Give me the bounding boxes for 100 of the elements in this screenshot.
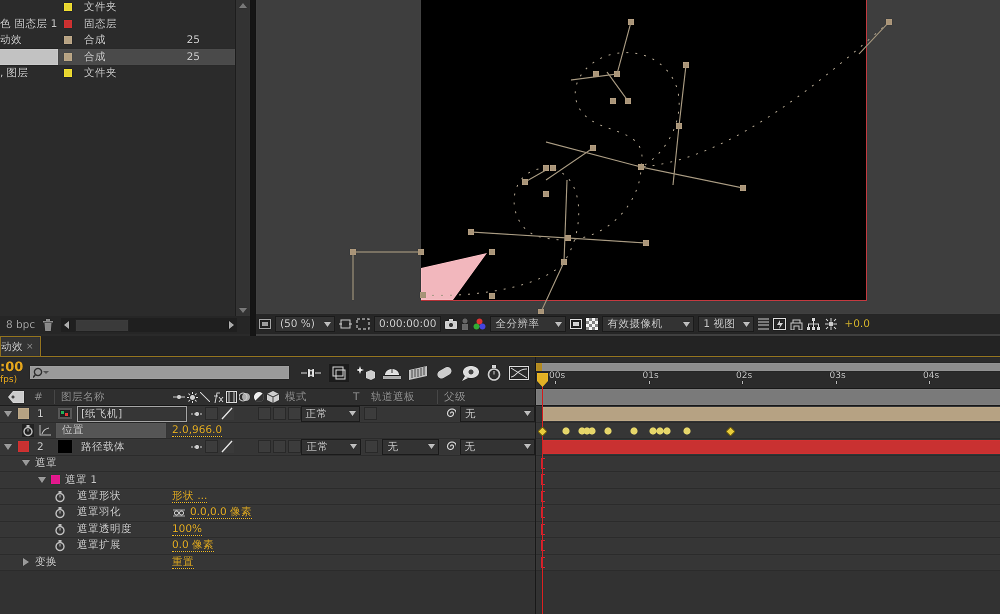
label-swatch[interactable]	[18, 408, 29, 420]
layer-name[interactable]: 路径载体	[77, 438, 188, 455]
pick-whip-icon[interactable]	[444, 441, 456, 452]
scroll-right-icon[interactable]	[229, 321, 234, 329]
frame-icon[interactable]	[329, 364, 349, 382]
project-item[interactable]: 合成 25	[0, 48, 235, 65]
film-strip-icon[interactable]	[409, 366, 427, 380]
scroll-down-icon[interactable]	[239, 308, 247, 313]
dome-icon[interactable]	[383, 366, 401, 379]
project-item[interactable]: 动效 合成 25	[0, 32, 235, 48]
color-dots-icon[interactable]	[473, 318, 486, 330]
property-name[interactable]: 位置	[56, 422, 166, 438]
playhead[interactable]	[537, 373, 548, 614]
property-name[interactable]: 遮罩形状	[71, 488, 127, 504]
hierarchy-icon[interactable]	[807, 318, 820, 330]
switch-checkbox[interactable]	[288, 440, 302, 454]
camera-dropdown[interactable]: 有效摄像机	[602, 316, 694, 332]
stopwatch-icon[interactable]	[54, 490, 66, 503]
resolution-dropdown[interactable]: 全分辨率	[490, 316, 566, 332]
switch-checkbox[interactable]	[288, 407, 301, 420]
bridge-icon[interactable]	[790, 318, 804, 330]
parent-dropdown[interactable]: 无	[460, 406, 536, 422]
zoom-dropdown[interactable]: (50 %)	[275, 316, 335, 332]
bit-depth-label[interactable]: 8 bpc	[6, 319, 36, 331]
column-header[interactable]: 模式	[285, 390, 353, 404]
project-item[interactable]: , 图层 文件夹	[0, 65, 235, 82]
horizontal-scrollbar[interactable]	[61, 318, 238, 332]
property-value[interactable]: 100%	[172, 522, 202, 536]
property-name[interactable]: 遮罩扩展	[71, 538, 127, 554]
shy-switch-icon[interactable]	[191, 442, 204, 451]
preserve-transparency-checkbox[interactable]	[364, 407, 378, 420]
node-link-icon[interactable]	[301, 366, 321, 378]
stopwatch-icon[interactable]	[22, 424, 34, 437]
mask-name[interactable]: 遮罩 1	[65, 472, 98, 487]
pick-whip-icon[interactable]	[444, 408, 456, 420]
property-value[interactable]: 2.0,966.0	[172, 424, 222, 437]
motion-path-drawing[interactable]	[350, 19, 892, 314]
keyframe-icon[interactable]	[683, 426, 691, 434]
column-header[interactable]: 轨道遮板	[371, 390, 437, 404]
views-dropdown[interactable]: 1 视图	[698, 316, 754, 332]
switch-checkbox[interactable]	[258, 407, 271, 420]
exposure-value[interactable]: +0.0	[842, 318, 872, 330]
disclosure-triangle-icon[interactable]	[22, 459, 30, 468]
current-time[interactable]: :00	[0, 360, 30, 375]
speech-bubble-icon[interactable]	[461, 364, 479, 380]
scroll-left-icon[interactable]	[64, 321, 70, 329]
column-header[interactable]: T	[353, 391, 371, 403]
region-icon[interactable]	[570, 319, 582, 329]
close-button[interactable]: ×	[26, 342, 34, 352]
property-name[interactable]: 遮罩透明度	[71, 522, 138, 537]
column-header[interactable]: 父级	[437, 390, 466, 404]
exposure-icon[interactable]	[824, 318, 838, 330]
property-value[interactable]: 形状 ...	[172, 490, 208, 503]
project-item[interactable]: 色 固态层 1 固态层	[0, 16, 235, 32]
vertical-scrollbar[interactable]	[235, 0, 250, 316]
mode-dropdown[interactable]: 正常	[301, 438, 362, 455]
property-name[interactable]: 遮罩羽化	[71, 505, 127, 520]
stopwatch-icon[interactable]	[54, 522, 66, 536]
timeline-tab[interactable]: 动效 ×	[0, 336, 41, 356]
graph-editor-icon[interactable]	[509, 366, 529, 380]
lines-icon[interactable]	[758, 318, 770, 330]
parent-dropdown[interactable]: 无	[460, 438, 535, 455]
shy-switch-icon[interactable]	[190, 410, 203, 418]
person-icon[interactable]	[461, 318, 470, 330]
mask-color-swatch[interactable]	[51, 475, 60, 484]
group-name[interactable]: 变换	[35, 555, 57, 570]
dashed-rectangle-icon[interactable]	[356, 318, 370, 330]
disclosure-triangle-icon[interactable]	[4, 442, 12, 451]
property-value[interactable]: 0.0 像素	[172, 539, 214, 552]
layer-name-field[interactable]: [纸飞机]	[77, 406, 187, 422]
stopwatch-icon[interactable]	[54, 539, 66, 552]
tab-label[interactable]: 动效	[1, 340, 23, 354]
column-header[interactable]: 图层名称	[54, 390, 173, 404]
playhead-handle-icon[interactable]	[537, 373, 548, 387]
camera-icon[interactable]	[445, 319, 458, 329]
link-icon[interactable]	[172, 508, 186, 517]
project-item[interactable]: 文件夹	[0, 0, 235, 16]
quality-switch-icon[interactable]	[220, 407, 234, 420]
graph-icon[interactable]	[39, 424, 51, 436]
scroll-up-icon[interactable]	[239, 3, 247, 8]
keyframe-icon[interactable]	[538, 426, 546, 436]
keyframe-icon[interactable]	[726, 426, 734, 436]
disclosure-triangle-icon[interactable]	[22, 558, 30, 566]
monitor-icon[interactable]	[259, 319, 271, 329]
group-name[interactable]: 遮罩	[35, 456, 57, 470]
quality-switch-icon[interactable]	[220, 440, 234, 454]
work-area-bar[interactable]	[536, 388, 1000, 406]
label-swatch[interactable]	[18, 441, 29, 452]
disclosure-triangle-icon[interactable]	[4, 410, 12, 418]
switch-checkbox[interactable]	[204, 407, 218, 420]
switch-checkbox[interactable]	[272, 407, 286, 420]
sparkle-cube-icon[interactable]	[357, 366, 375, 380]
timecode-field[interactable]: 0:00:00:00	[374, 316, 442, 332]
keyframe-icon[interactable]	[630, 426, 638, 434]
column-header[interactable]: #	[34, 391, 54, 403]
stopwatch-icon[interactable]	[54, 506, 66, 520]
search-field[interactable]	[30, 366, 289, 379]
property-value[interactable]: 0.0,0.0 像素	[190, 506, 252, 520]
stopwatch-icon[interactable]	[487, 364, 501, 380]
lightning-frame-icon[interactable]	[773, 318, 786, 330]
